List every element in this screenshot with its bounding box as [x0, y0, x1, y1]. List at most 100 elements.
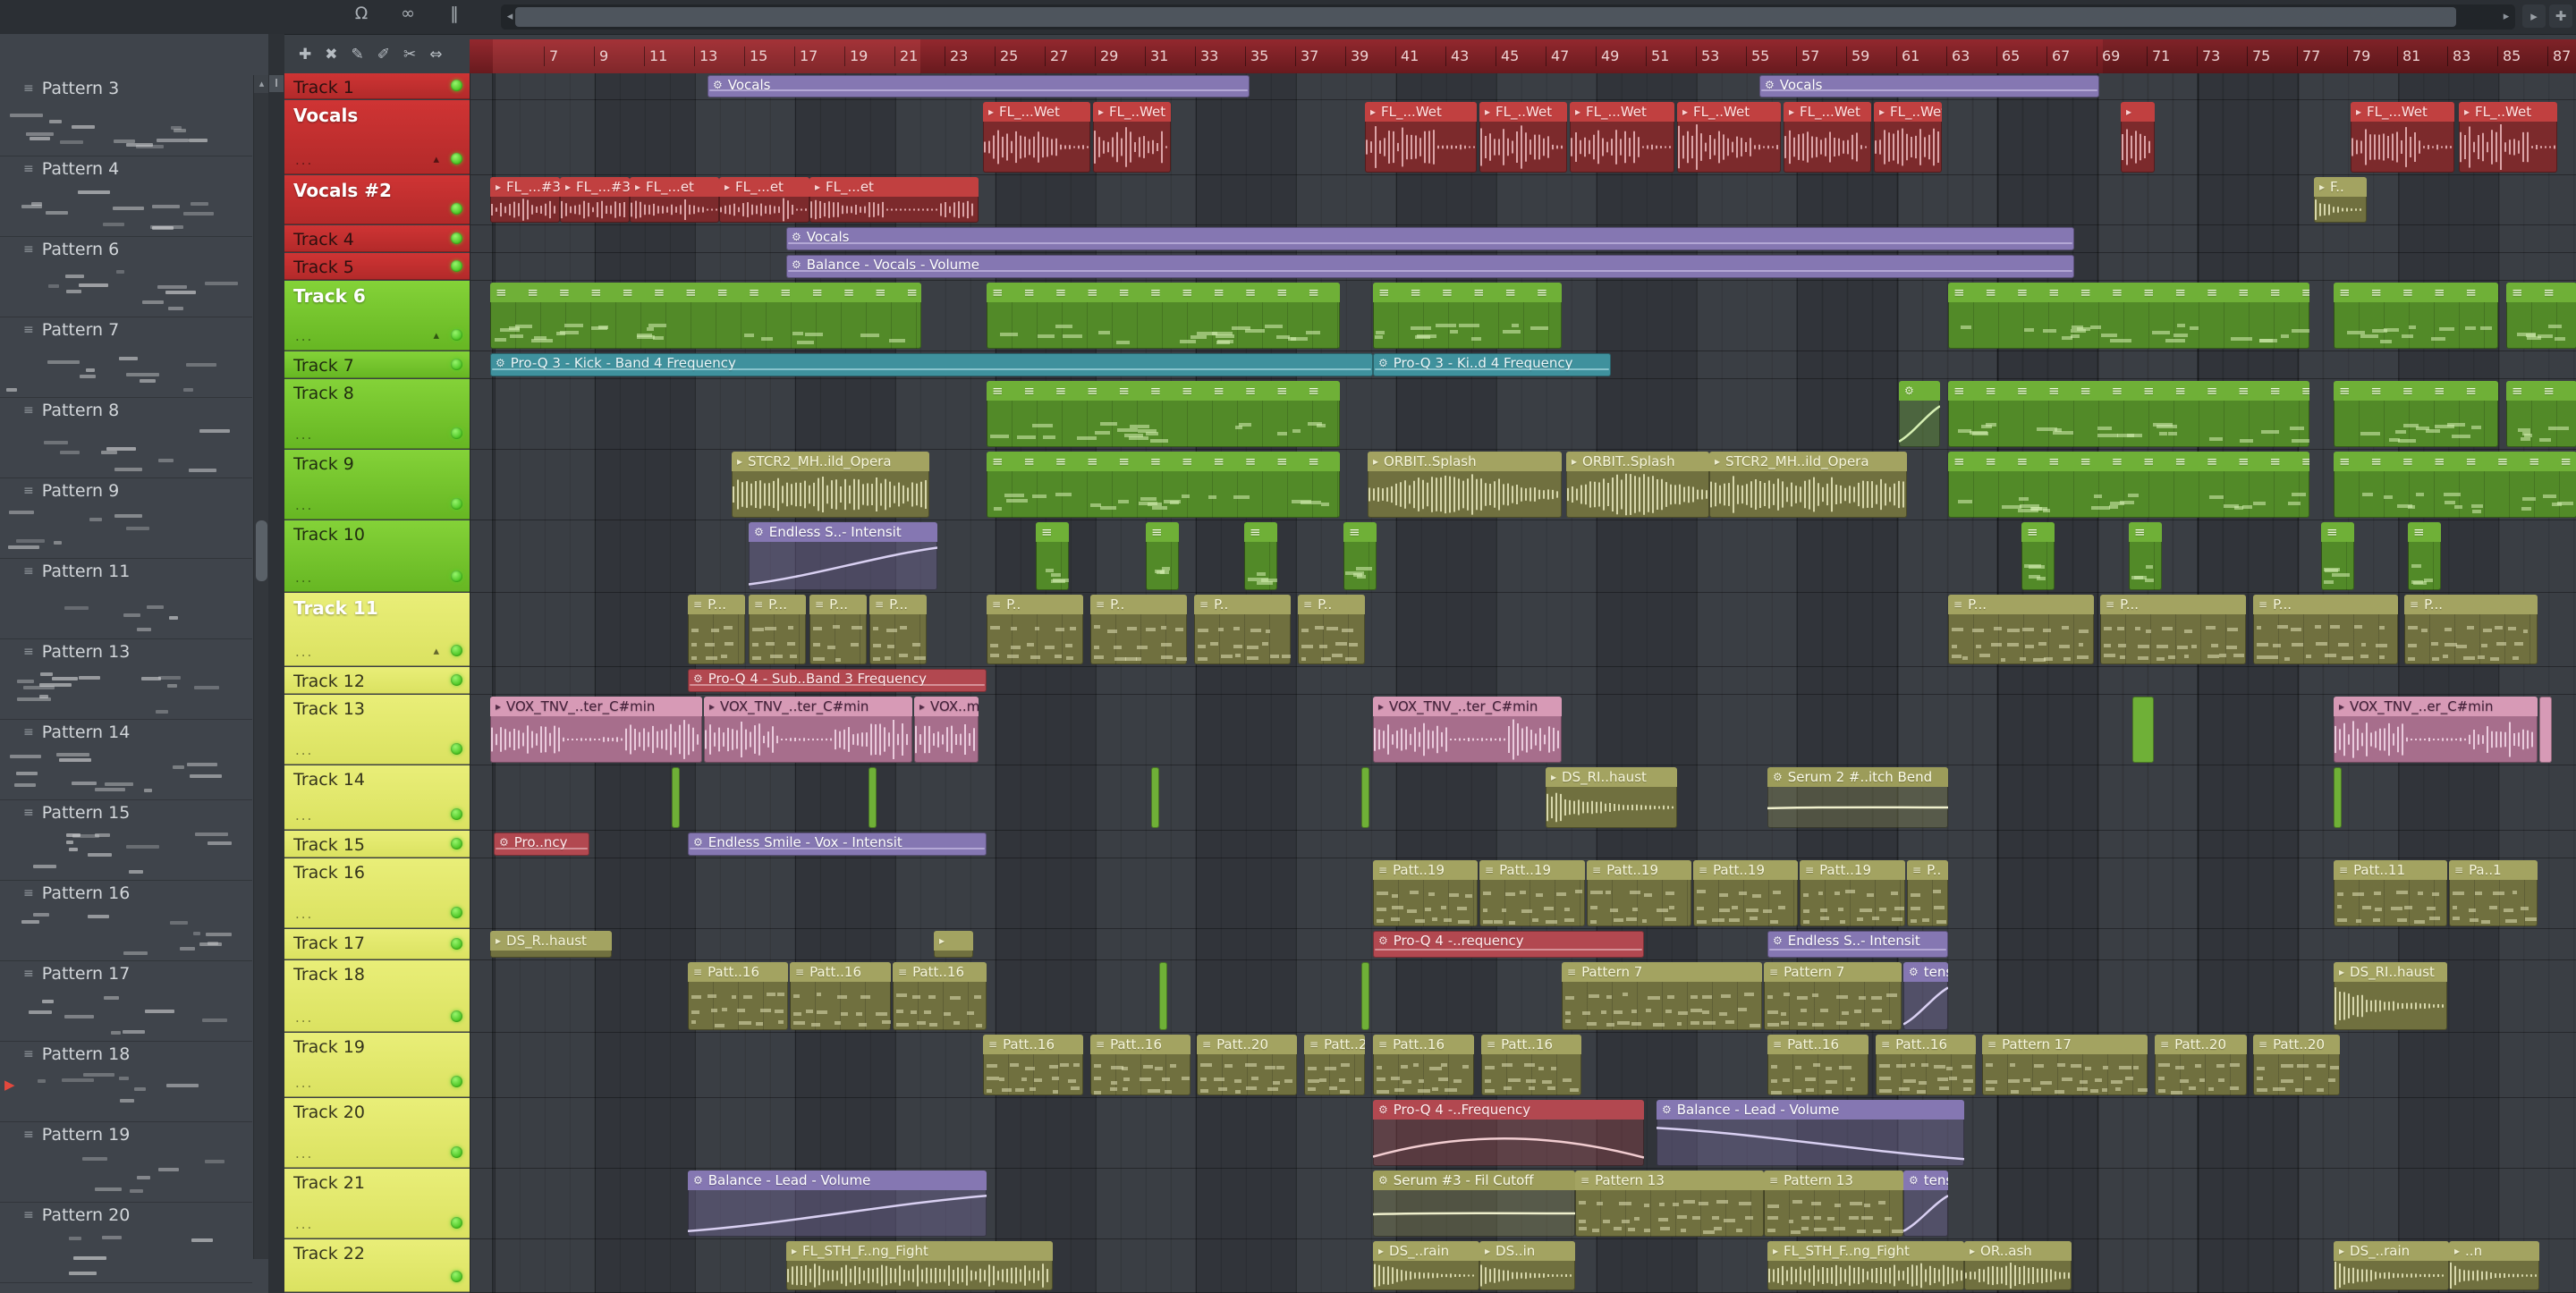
clip-fl-et[interactable]: ▸ FL_...et — [719, 177, 809, 223]
track-mute-led[interactable] — [451, 80, 462, 91]
clip-sliver[interactable] — [672, 767, 680, 828]
clip-pat[interactable]: ≡ — [1146, 522, 1179, 590]
clip-pat[interactable]: ≡ — [1343, 522, 1377, 590]
clip-p[interactable]: ≡ P.. — [987, 595, 1083, 664]
clip-patt-19[interactable]: ≡ Patt..19 — [1800, 860, 1905, 926]
track-header-track-9[interactable]: Track 9... — [284, 450, 470, 520]
clip-patt-16[interactable]: ≡ Patt..16 — [1767, 1035, 1868, 1095]
pattern-item-pattern-13[interactable]: ≡ Pattern 13 — [0, 638, 252, 720]
clip-fl-sth-f-ng-fight[interactable]: ▸ FL_STH_F..ng_Fight — [786, 1241, 1053, 1290]
track-mute-led[interactable] — [451, 498, 462, 510]
clip-fl-et[interactable]: ▸ FL_...et — [630, 177, 719, 223]
clip-endless-s-intensit[interactable]: ⚙ Endless S..- Intensit — [749, 522, 937, 590]
clip-vocals[interactable]: ⚙ Vocals — [786, 227, 2074, 250]
clip-pat[interactable]: ≡ ≡ ≡ ≡ ≡ ≡ ≡ ≡ ≡ ≡ ≡ ≡ ≡ ≡ ≡ ≡ ≡ ≡ ≡ — [490, 283, 921, 349]
clip-patt-16[interactable]: ≡ Patt..16 — [1090, 1035, 1191, 1095]
track-mute-led[interactable] — [451, 1217, 462, 1229]
track-mute-led[interactable] — [451, 645, 462, 656]
pattern-item-pattern-6[interactable]: ≡ Pattern 6 — [0, 236, 252, 317]
clip-pat[interactable]: ≡ ≡ ≡ ≡ ≡ ≡ ≡ — [2334, 381, 2498, 447]
clip-fl-wet[interactable]: ▸ FL_..Wet — [2459, 102, 2557, 173]
clip-orbit-splash[interactable]: ▸ ORBIT..Splash — [1368, 452, 1562, 518]
track-mute-led[interactable] — [451, 808, 462, 820]
clip-fl-3[interactable]: ▸ FL_...#3 — [490, 177, 560, 223]
clip-sliver[interactable] — [1361, 767, 1369, 828]
track-header-track-4[interactable]: Track 4 — [284, 225, 470, 252]
track-mute-led[interactable] — [451, 153, 462, 165]
track-header-track-12[interactable]: Track 12 — [284, 667, 470, 694]
clip-p[interactable]: ≡ P... — [1948, 595, 2094, 664]
track-mute-led[interactable] — [451, 907, 462, 918]
track-header-track-8[interactable]: Track 8... — [284, 379, 470, 449]
clip-pattern-13[interactable]: ≡ Pattern 13 — [1575, 1170, 1764, 1237]
clip-pro-q-4-requency[interactable]: ⚙ Pro-Q 4 -..requency — [1373, 931, 1644, 958]
clip-fl-3[interactable]: ▸ FL_...#3 — [560, 177, 630, 223]
clip-ds-r-haust[interactable]: ▸ DS_R..haust — [490, 931, 612, 958]
clip-pat[interactable]: ≡ ≡ ≡ ≡ ≡ ≡ ≡ ≡ ≡ ≡ ≡ ≡ ≡ ≡ ≡ ≡ — [1948, 381, 2309, 447]
track-header-vocals[interactable]: Vocals... ▴ — [284, 100, 470, 174]
pattern-panel-scrollbar[interactable]: ▴ — [253, 75, 269, 1259]
pattern-item-pattern-15[interactable]: ≡ Pattern 15 — [0, 799, 252, 881]
track-mute-led[interactable] — [451, 358, 462, 370]
grid-track-lane[interactable] — [470, 765, 2576, 831]
clip-p[interactable]: ≡ P... — [809, 595, 867, 664]
clip-or-ash[interactable]: ▸ OR..ash — [1964, 1241, 2072, 1290]
clip-tensit[interactable]: ⚙ tensit — [1903, 1170, 1948, 1237]
collapse-icon[interactable]: ▴ — [433, 645, 439, 658]
clip-fl-sth-f-ng-fight[interactable]: ▸ FL_STH_F..ng_Fight — [1767, 1241, 1964, 1290]
clip-sliver[interactable] — [2132, 697, 2154, 763]
pattern-item-pattern-14[interactable]: ≡ Pattern 14 — [0, 719, 252, 800]
clip-audio[interactable]: ▸ — [934, 931, 973, 958]
pattern-item-pattern-19[interactable]: ≡ Pattern 19 — [0, 1121, 252, 1203]
clip-stcr2-mh-ild-opera[interactable]: ▸ STCR2_MH..ild_Opera — [1709, 452, 1907, 518]
clip-pat[interactable]: ≡ ≡ — [2506, 381, 2576, 447]
clip-endless-smile-vox-intensit[interactable]: ⚙ Endless Smile - Vox - Intensit — [688, 832, 987, 856]
pattern-item-pattern-16[interactable]: ≡ Pattern 16 — [0, 880, 252, 961]
clip-pat[interactable]: ≡ ≡ ≡ ≡ ≡ ≡ ≡ ≡ ≡ ≡ ≡ ≡ ≡ ≡ ≡ ≡ — [987, 283, 1340, 349]
clip-pat[interactable]: ≡ ≡ ≡ ≡ ≡ ≡ ≡ ≡ ≡ ≡ ≡ ≡ ≡ ≡ ≡ ≡ — [1948, 452, 2309, 518]
clip-vox-tnv-ter-c-min[interactable]: ▸ VOX_TNV_..ter_C#min — [1373, 697, 1562, 763]
timeline-ruler[interactable]: 7 9 11 13 15 17 19 21 23 25 27 29 31 33 35 37 39 41 43 45 47… — [470, 39, 2576, 74]
track-header-track-14[interactable]: Track 14... — [284, 765, 470, 830]
track-mute-led[interactable] — [451, 570, 462, 582]
clip-patt-19[interactable]: ≡ Patt..19 — [1693, 860, 1798, 926]
clip-p[interactable]: ≡ P.. — [1194, 595, 1291, 664]
pattern-panel-scrollbar-thumb[interactable] — [256, 520, 267, 581]
clip-tensit[interactable]: ⚙ tensit — [1903, 962, 1948, 1030]
clip-pat[interactable]: ≡ ≡ ≡ ≡ ≡ ≡ ≡ ≡ ≡ ≡ ≡ ≡ ≡ ≡ ≡ ≡ — [1948, 283, 2309, 349]
clip-vox-min[interactable]: ▸ VOX..min — [914, 697, 979, 763]
clip-fl-wet[interactable]: ▸ FL_..Wet — [1677, 102, 1781, 173]
clip-pro-q-3-ki-d-4-frequency[interactable]: ⚙ Pro-Q 3 - Ki..d 4 Frequency — [1373, 353, 1611, 376]
clip-p[interactable]: ≡ P... — [2404, 595, 2538, 664]
clip-sliver[interactable] — [2539, 697, 2552, 763]
clip-fl-wet[interactable]: ▸ FL_...Wet — [1784, 102, 1871, 173]
clip-patt-16[interactable]: ≡ Patt..16 — [1876, 1035, 1976, 1095]
clip-pat[interactable]: ≡ — [2321, 522, 2354, 590]
pattern-item-pattern-9[interactable]: ≡ Pattern 9 — [0, 477, 252, 559]
clip-sliver[interactable] — [1361, 962, 1369, 1030]
add-view-button[interactable]: ✚ — [2549, 4, 2572, 28]
clip-ds-in[interactable]: ▸ DS..in — [1479, 1241, 1575, 1290]
clip-ds-rain[interactable]: ▸ DS_..rain — [2334, 1241, 2449, 1290]
pattern-item-pattern-8[interactable]: ≡ Pattern 8 — [0, 397, 252, 478]
pattern-item-pattern-4[interactable]: ≡ Pattern 4 — [0, 156, 252, 237]
clip-p[interactable]: ≡ P... — [688, 595, 745, 664]
pattern-item-pattern-18[interactable]: ≡ Pattern 18 ▶ — [0, 1041, 252, 1122]
pattern-item-pattern-20[interactable]: ≡ Pattern 20 — [0, 1202, 252, 1283]
clip-patt-16[interactable]: ≡ Patt..16 — [790, 962, 891, 1030]
clip-patt-19[interactable]: ≡ Patt..19 — [1479, 860, 1585, 926]
track-header-vocals-2[interactable]: Vocals #2 — [284, 175, 470, 224]
clip-p[interactable]: ≡ P... — [749, 595, 806, 664]
track-header-track-20[interactable]: Track 20... — [284, 1098, 470, 1168]
clip-stcr2-mh-ild-opera[interactable]: ▸ STCR2_MH..ild_Opera — [732, 452, 929, 518]
clip-pa-1[interactable]: ≡ Pa..1 — [2449, 860, 2538, 926]
playlist-grid[interactable]: ⚙ Vocals ⚙ Vocals ▸ FL_...Wet ▸ FL_..Wet ▸ FL_...… — [470, 73, 2576, 1293]
track-header-track-6[interactable]: Track 6... ▴ — [284, 281, 470, 351]
clip-patt-16[interactable]: ≡ Patt..16 — [688, 962, 788, 1030]
clip-sliver[interactable] — [2334, 767, 2342, 828]
clip-pro-q-4-sub-band-3-frequency[interactable]: ⚙ Pro-Q 4 - Sub..Band 3 Frequency — [688, 669, 987, 692]
scroll-right-icon[interactable]: ▸ — [2497, 8, 2515, 26]
clip-pat[interactable]: ≡ — [2408, 522, 2441, 590]
clip-serum-2-itch-bend[interactable]: ⚙ Serum 2 #..itch Bend — [1767, 767, 1948, 828]
track-header-track-16[interactable]: Track 16... — [284, 858, 470, 928]
